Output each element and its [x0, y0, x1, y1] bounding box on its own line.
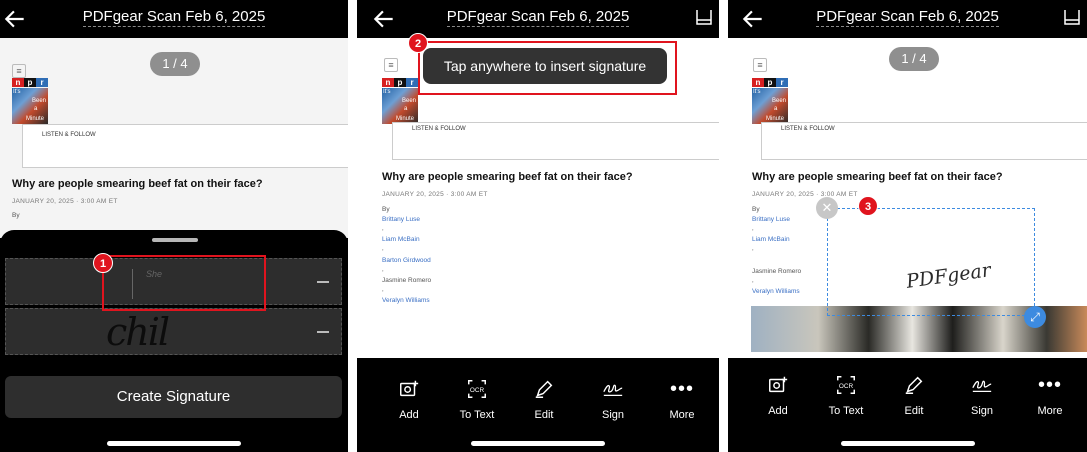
- ocr-icon: OCR: [447, 377, 507, 401]
- more-button[interactable]: ••• More: [652, 377, 712, 422]
- page-indicator: 1 / 4: [889, 47, 939, 71]
- add-button[interactable]: Add: [748, 373, 808, 417]
- podcast-cover-image: It's Been a Minute: [382, 88, 418, 124]
- author-name: Jasmine Romero: [752, 268, 802, 275]
- resize-handle-icon[interactable]: ⤢: [1024, 306, 1046, 328]
- svg-text:OCR: OCR: [839, 383, 854, 390]
- step-badge-2: 2: [408, 33, 428, 53]
- listen-follow-label: LISTEN & FOLLOW: [42, 132, 96, 138]
- camera-add-icon: [748, 373, 808, 397]
- author-link[interactable]: Barton Girdwood: [382, 257, 431, 264]
- podcast-cover-image: It's Been a Minute: [12, 88, 48, 124]
- sheet-grabber[interactable]: [152, 238, 198, 242]
- article-date: JANUARY 20, 2025 · 3:00 AM ET: [752, 191, 858, 198]
- signature-2-text: chil: [106, 310, 170, 354]
- document-title: PDFgear Scan Feb 6, 2025: [446, 8, 630, 27]
- npr-logo: n p r: [12, 78, 48, 87]
- bookmark-icon[interactable]: [1063, 8, 1081, 26]
- signature-slot-2[interactable]: chil: [5, 308, 342, 355]
- home-indicator: [107, 441, 241, 446]
- author-link[interactable]: Brittany Luse: [752, 216, 790, 223]
- home-indicator: [471, 441, 605, 446]
- edit-button[interactable]: Edit: [514, 377, 574, 421]
- placed-signature-text: PDFgear: [904, 259, 993, 293]
- author-name: Jasmine Romero: [382, 277, 432, 284]
- author-link[interactable]: Brittany Luse: [382, 216, 420, 223]
- home-indicator: [840, 441, 975, 446]
- bookmark-icon[interactable]: [695, 8, 713, 26]
- screen-signature-placed: PDFgear Scan Feb 6, 2025 1 / 4 ≡ n p r I…: [728, 0, 1087, 452]
- document-title: PDFgear Scan Feb 6, 2025: [82, 8, 266, 27]
- to-text-button[interactable]: OCR To Text: [447, 377, 507, 421]
- byline-label: By: [382, 206, 390, 213]
- npr-logo: n p r: [752, 78, 788, 87]
- more-dots-icon: •••: [669, 377, 694, 400]
- screen-signature-picker: PDFgear Scan Feb 6, 2025 1 / 4 ≡ n p r I…: [0, 0, 348, 452]
- byline-label: By: [752, 206, 760, 213]
- svg-text:OCR: OCR: [470, 387, 485, 394]
- step-badge-1: 1: [93, 253, 113, 273]
- step-badge-3: 3: [858, 196, 878, 216]
- document-title: PDFgear Scan Feb 6, 2025: [816, 8, 999, 27]
- remove-signature-button[interactable]: ✕: [816, 197, 838, 219]
- ocr-icon: OCR: [816, 373, 876, 397]
- highlight-box-1: [102, 255, 266, 311]
- npr-logo: n p r: [382, 78, 418, 87]
- sign-button[interactable]: Sign: [583, 377, 643, 421]
- more-button[interactable]: ••• More: [1020, 373, 1080, 418]
- edit-button[interactable]: Edit: [884, 373, 944, 417]
- article-date: JANUARY 20, 2025 · 3:00 AM ET: [382, 191, 488, 198]
- camera-add-icon: [379, 377, 439, 401]
- article-date: JANUARY 20, 2025 · 3:00 AM ET: [12, 198, 118, 205]
- top-bar: PDFgear Scan Feb 6, 2025: [0, 0, 348, 38]
- signature-icon: [583, 377, 643, 401]
- bottom-toolbar: Add OCR To Text Edit Sign ••• More: [357, 362, 719, 452]
- listen-follow-box: [22, 124, 348, 168]
- add-button[interactable]: Add: [379, 377, 439, 421]
- article-headline: Why are people smearing beef fat on thei…: [12, 178, 263, 190]
- document-page[interactable]: 1 / 4 ≡ n p r It's Been a Minute LISTEN …: [0, 38, 348, 238]
- remove-signature-2-button[interactable]: [317, 331, 329, 333]
- menu-icon: ≡: [753, 58, 767, 72]
- top-bar: PDFgear Scan Feb 6, 2025: [357, 0, 719, 38]
- pen-icon: [514, 377, 574, 401]
- signature-icon: [952, 373, 1012, 397]
- author-link[interactable]: Veralyn Williams: [382, 297, 430, 304]
- article-headline: Why are people smearing beef fat on thei…: [752, 171, 1003, 183]
- top-bar: PDFgear Scan Feb 6, 2025: [728, 0, 1087, 38]
- menu-icon: ≡: [384, 58, 398, 72]
- author-link[interactable]: Liam McBain: [382, 236, 420, 243]
- menu-icon: ≡: [12, 64, 26, 78]
- listen-follow-label: LISTEN & FOLLOW: [412, 126, 466, 132]
- listen-follow-label: LISTEN & FOLLOW: [781, 126, 835, 132]
- screen-insert-prompt: PDFgear Scan Feb 6, 2025 1 / 4 ≡ n p r I…: [357, 0, 719, 452]
- pen-icon: [884, 373, 944, 397]
- more-dots-icon: •••: [1037, 373, 1062, 396]
- byline-label: By: [12, 212, 20, 219]
- to-text-button[interactable]: OCR To Text: [816, 373, 876, 417]
- author-link[interactable]: Veralyn Williams: [752, 288, 800, 295]
- article-headline: Why are people smearing beef fat on thei…: [382, 171, 633, 183]
- sign-button[interactable]: Sign: [952, 373, 1012, 417]
- placed-signature-frame[interactable]: PDFgear: [827, 208, 1035, 316]
- author-link[interactable]: Liam McBain: [752, 236, 790, 243]
- page-indicator: 1 / 4: [150, 52, 200, 76]
- bottom-toolbar: Add OCR To Text Edit Sign ••• More: [728, 358, 1087, 452]
- create-signature-button[interactable]: Create Signature: [5, 376, 342, 418]
- highlight-box-2: [418, 41, 677, 95]
- remove-signature-1-button[interactable]: [317, 281, 329, 283]
- podcast-cover-image: It's Been a Minute: [752, 88, 788, 124]
